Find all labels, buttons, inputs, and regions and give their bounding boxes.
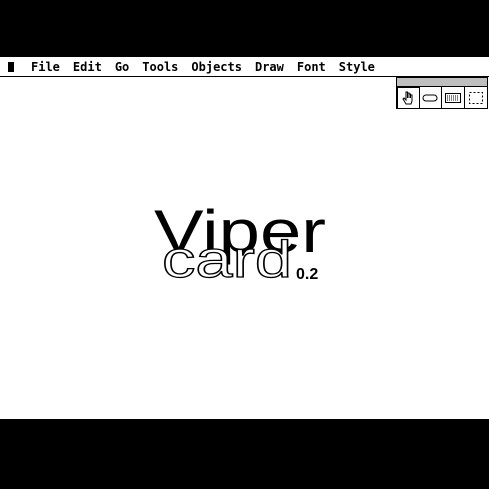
menu-bar: File Edit Go Tools Objects Draw Font Sty… xyxy=(0,57,489,77)
menu-font[interactable]: Font xyxy=(297,60,326,74)
apple-menu-icon[interactable] xyxy=(8,61,14,72)
browse-tool[interactable] xyxy=(397,87,420,109)
menu-go[interactable]: Go xyxy=(115,60,129,74)
menu-objects[interactable]: Objects xyxy=(191,60,242,74)
menu-file[interactable]: File xyxy=(31,60,60,74)
hand-icon xyxy=(402,91,413,105)
menu-tools[interactable]: Tools xyxy=(142,60,178,74)
field-tool[interactable] xyxy=(442,87,465,109)
button-shape-icon xyxy=(422,94,438,102)
screen: File Edit Go Tools Objects Draw Font Sty… xyxy=(0,57,489,419)
vipercard-logo: Viper card 0.2 xyxy=(154,198,326,287)
logo-version: 0.2 xyxy=(296,266,318,283)
menu-draw[interactable]: Draw xyxy=(255,60,284,74)
tool-palette xyxy=(396,77,488,109)
marquee-icon xyxy=(468,92,483,104)
select-tool[interactable] xyxy=(465,87,487,109)
top-letterbox xyxy=(0,0,489,57)
tool-palette-title-bar[interactable] xyxy=(397,78,487,87)
field-lines-icon xyxy=(444,93,461,103)
logo-word-card: card xyxy=(162,231,292,287)
menu-style[interactable]: Style xyxy=(339,60,375,74)
menu-edit[interactable]: Edit xyxy=(73,60,102,74)
bottom-letterbox xyxy=(0,419,489,489)
button-tool[interactable] xyxy=(420,87,443,109)
